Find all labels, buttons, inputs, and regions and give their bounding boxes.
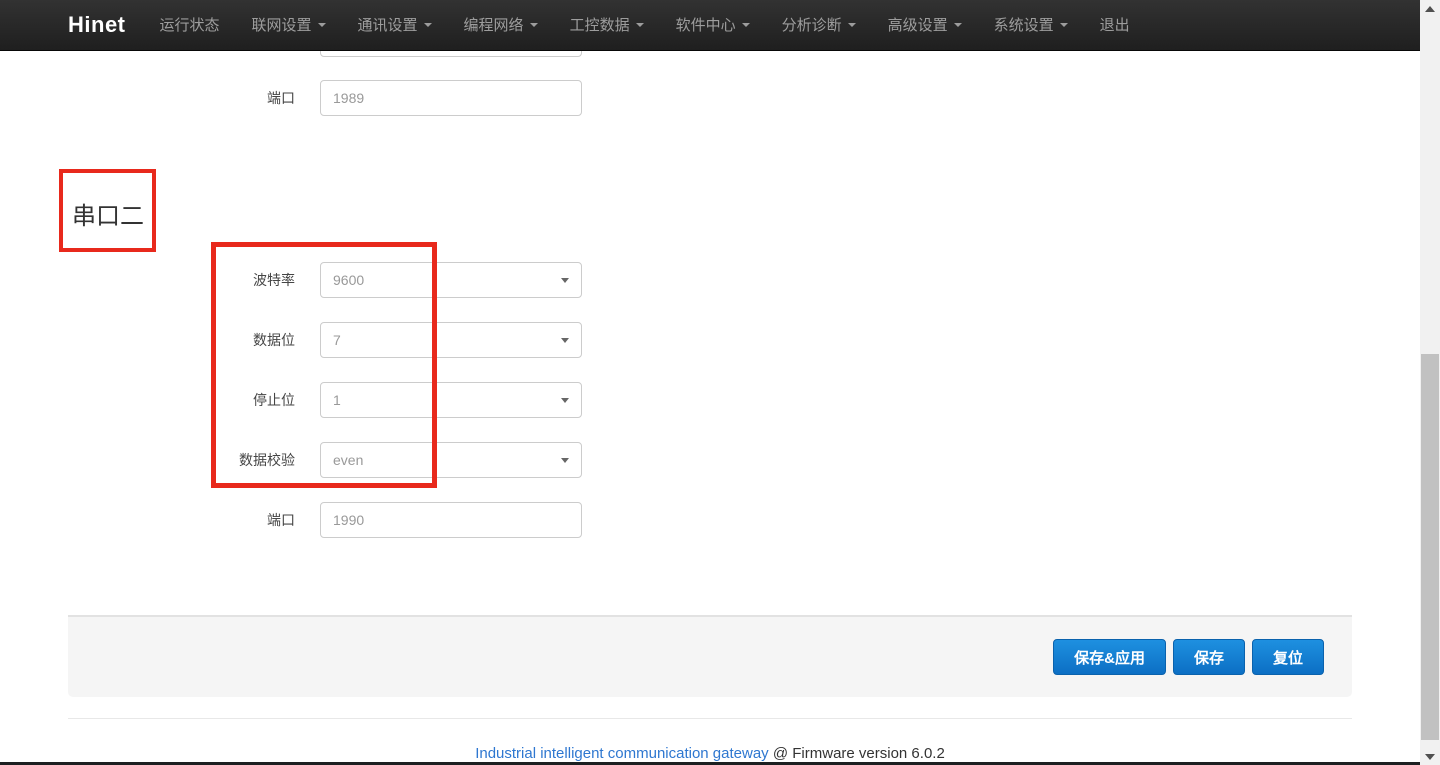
nav-item-label: 通讯设置 bbox=[358, 0, 418, 51]
save-button[interactable]: 保存 bbox=[1173, 639, 1245, 675]
caret-down-icon bbox=[424, 23, 432, 27]
serial2-port-row: 端口 bbox=[70, 502, 582, 538]
nav-item-label: 编程网络 bbox=[464, 0, 524, 51]
baud-rate-label: 波特率 bbox=[70, 270, 295, 290]
nav-item-label: 软件中心 bbox=[676, 0, 736, 51]
baud-rate-value: 9600 bbox=[321, 272, 364, 288]
nav-item-industrial-data[interactable]: 工控数据 bbox=[554, 0, 660, 51]
caret-down-icon bbox=[954, 23, 962, 27]
caret-down-icon bbox=[636, 23, 644, 27]
firmware-gateway-link[interactable]: Industrial intelligent communication gat… bbox=[475, 745, 769, 762]
port-input-serial2[interactable] bbox=[320, 502, 582, 538]
serial2-section-title: 串口二 bbox=[72, 196, 144, 231]
parity-select[interactable]: even bbox=[320, 442, 582, 478]
stop-bits-row: 停止位 1 bbox=[70, 382, 582, 418]
save-apply-button[interactable]: 保存&应用 bbox=[1053, 639, 1166, 675]
nav-item-analysis-diagnosis[interactable]: 分析诊断 bbox=[766, 0, 872, 51]
nav-item-system-settings[interactable]: 系统设置 bbox=[978, 0, 1084, 51]
data-bits-value: 7 bbox=[321, 332, 341, 348]
reset-button[interactable]: 复位 bbox=[1252, 639, 1324, 675]
stop-bits-label: 停止位 bbox=[70, 390, 295, 410]
baud-rate-row: 波特率 9600 bbox=[70, 262, 582, 298]
nav-item-advanced-settings[interactable]: 高级设置 bbox=[872, 0, 978, 51]
parity-row: 数据校验 even bbox=[70, 442, 582, 478]
select-arrow-icon bbox=[561, 458, 569, 463]
port-label: 端口 bbox=[70, 88, 295, 108]
nav-item-label: 工控数据 bbox=[570, 0, 630, 51]
nav-item-label: 分析诊断 bbox=[782, 0, 842, 51]
nav-item-label: 退出 bbox=[1100, 0, 1130, 51]
data-bits-label: 数据位 bbox=[70, 330, 295, 350]
footer-text: Industrial intelligent communication gat… bbox=[0, 745, 1420, 762]
select-arrow-icon bbox=[561, 278, 569, 283]
data-bits-row: 数据位 7 bbox=[70, 322, 582, 358]
nav-item-logout[interactable]: 退出 bbox=[1084, 0, 1146, 51]
baud-rate-select[interactable]: 9600 bbox=[320, 262, 582, 298]
top-navbar: Hinet 运行状态 联网设置 通讯设置 编程网络 工控数据 软件中心 分析诊断… bbox=[0, 0, 1420, 51]
page: Hinet 运行状态 联网设置 通讯设置 编程网络 工控数据 软件中心 分析诊断… bbox=[0, 0, 1440, 765]
nav-item-comm-settings[interactable]: 通讯设置 bbox=[342, 0, 448, 51]
nav-item-network-settings[interactable]: 联网设置 bbox=[236, 0, 342, 51]
parity-label: 数据校验 bbox=[70, 450, 295, 470]
scroll-up-button[interactable] bbox=[1420, 0, 1440, 17]
brand-logo[interactable]: Hinet bbox=[68, 12, 126, 38]
data-bits-select[interactable]: 7 bbox=[320, 322, 582, 358]
port-input-serial1[interactable] bbox=[320, 80, 582, 116]
port-label: 端口 bbox=[70, 510, 295, 530]
caret-down-icon bbox=[318, 23, 326, 27]
select-arrow-icon bbox=[561, 398, 569, 403]
select-arrow-icon bbox=[561, 338, 569, 343]
caret-down-icon bbox=[530, 23, 538, 27]
nav-item-label: 联网设置 bbox=[252, 0, 312, 51]
stop-bits-select[interactable]: 1 bbox=[320, 382, 582, 418]
scrollbar-thumb[interactable] bbox=[1421, 354, 1439, 740]
nav-item-label: 系统设置 bbox=[994, 0, 1054, 51]
nav-item-run-status[interactable]: 运行状态 bbox=[144, 0, 236, 51]
nav-item-software-center[interactable]: 软件中心 bbox=[660, 0, 766, 51]
parity-value: even bbox=[321, 452, 363, 468]
footer-divider bbox=[68, 718, 1352, 719]
scroll-down-button[interactable] bbox=[1420, 748, 1440, 765]
firmware-version-text: @ Firmware version 6.0.2 bbox=[769, 745, 945, 762]
serial1-port-row: 端口 bbox=[70, 80, 582, 116]
vertical-scrollbar[interactable] bbox=[1420, 0, 1440, 765]
stop-bits-value: 1 bbox=[321, 392, 341, 408]
caret-down-icon bbox=[848, 23, 856, 27]
caret-down-icon bbox=[1060, 23, 1068, 27]
caret-down-icon bbox=[742, 23, 750, 27]
nav-item-programming-network[interactable]: 编程网络 bbox=[448, 0, 554, 51]
nav-item-label: 运行状态 bbox=[160, 0, 220, 51]
form-actions-panel: 保存&应用 保存 复位 bbox=[68, 615, 1352, 697]
nav-item-label: 高级设置 bbox=[888, 0, 948, 51]
